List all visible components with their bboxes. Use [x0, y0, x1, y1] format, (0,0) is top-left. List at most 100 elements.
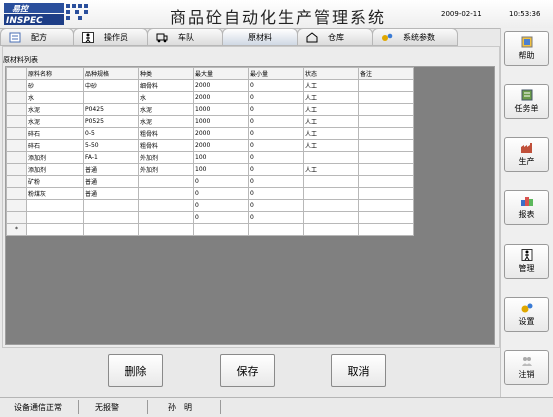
table-cell[interactable]: [138, 187, 194, 200]
table-cell[interactable]: 水泥: [138, 115, 194, 128]
table-cell[interactable]: 普通: [83, 163, 139, 176]
table-cell[interactable]: 100: [193, 163, 249, 176]
table-cell[interactable]: [358, 127, 414, 140]
table-cell[interactable]: 2000: [193, 91, 249, 104]
row-header[interactable]: [6, 199, 27, 212]
logout-button[interactable]: 注销: [504, 350, 549, 385]
table-cell[interactable]: [358, 151, 414, 164]
table-cell[interactable]: 0: [193, 199, 249, 212]
table-cell[interactable]: 0: [248, 211, 304, 224]
table-cell[interactable]: [303, 175, 359, 188]
row-header[interactable]: [6, 91, 27, 104]
table-cell[interactable]: 0: [193, 175, 249, 188]
table-cell[interactable]: [358, 187, 414, 200]
table-cell[interactable]: 细骨料: [138, 79, 194, 92]
table-cell[interactable]: [358, 211, 414, 224]
production-button[interactable]: 生产: [504, 137, 549, 172]
row-header[interactable]: [6, 151, 27, 164]
table-cell[interactable]: 人工: [303, 79, 359, 92]
table-cell[interactable]: 矿粉: [26, 175, 84, 188]
report-button[interactable]: 报表: [504, 190, 549, 225]
table-row[interactable]: 碎石 0-5 粗骨料 2000 0 人工: [6, 127, 414, 140]
table-cell[interactable]: [83, 223, 139, 236]
table-row[interactable]: 水水 2000 0 人工: [6, 91, 414, 104]
management-button[interactable]: 管理: [504, 244, 549, 279]
table-cell[interactable]: [26, 223, 84, 236]
table-cell[interactable]: 水: [138, 91, 194, 104]
table-cell[interactable]: 1000: [193, 115, 249, 128]
table-row[interactable]: 砂中砂 细骨料 2000 0 人工: [6, 79, 414, 92]
table-cell[interactable]: 0: [193, 211, 249, 224]
table-cell[interactable]: [358, 223, 414, 236]
table-row[interactable]: *: [6, 223, 414, 236]
table-cell[interactable]: [358, 115, 414, 128]
table-cell[interactable]: 人工: [303, 127, 359, 140]
row-header[interactable]: *: [6, 223, 27, 236]
help-button[interactable]: 帮助: [504, 31, 549, 66]
table-cell[interactable]: 0: [248, 115, 304, 128]
table-cell[interactable]: 2000: [193, 139, 249, 152]
table-cell[interactable]: [83, 91, 139, 104]
row-header[interactable]: [6, 139, 27, 152]
table-cell[interactable]: 0: [248, 127, 304, 140]
table-row[interactable]: 粉煤灰 普通 0 0: [6, 187, 414, 200]
table-cell[interactable]: [138, 211, 194, 224]
table-cell[interactable]: 碎石: [26, 127, 84, 140]
row-header[interactable]: [6, 211, 27, 224]
table-cell[interactable]: [358, 139, 414, 152]
row-header[interactable]: [6, 187, 27, 200]
table-row[interactable]: 水泥 P0425 水泥 1000 0 人工: [6, 103, 414, 116]
table-cell[interactable]: 0: [248, 139, 304, 152]
table-cell[interactable]: [83, 211, 139, 224]
table-cell[interactable]: 0: [248, 103, 304, 116]
table-cell[interactable]: 人工: [303, 115, 359, 128]
table-cell[interactable]: 水泥: [26, 115, 84, 128]
table-cell[interactable]: [303, 187, 359, 200]
table-cell[interactable]: [26, 211, 84, 224]
table-cell[interactable]: 粉煤灰: [26, 187, 84, 200]
table-row[interactable]: 00: [6, 211, 414, 224]
table-cell[interactable]: [138, 175, 194, 188]
table-cell[interactable]: [83, 199, 139, 212]
tab-fleet[interactable]: 车队: [147, 28, 223, 46]
table-cell[interactable]: [193, 223, 249, 236]
table-cell[interactable]: [358, 163, 414, 176]
table-cell[interactable]: 0-5: [83, 127, 139, 140]
column-header[interactable]: 状态: [303, 67, 359, 80]
table-cell[interactable]: 0: [248, 163, 304, 176]
row-header[interactable]: [6, 127, 27, 140]
table-cell[interactable]: 砂: [26, 79, 84, 92]
table-cell[interactable]: 0: [248, 175, 304, 188]
table-cell[interactable]: 2000: [193, 127, 249, 140]
table-cell[interactable]: 添加剂: [26, 163, 84, 176]
table-cell[interactable]: 碎石: [26, 139, 84, 152]
column-header[interactable]: 种类: [138, 67, 194, 80]
row-header[interactable]: [6, 163, 27, 176]
table-cell[interactable]: 中砂: [83, 79, 139, 92]
settings-button[interactable]: 设置: [504, 297, 549, 332]
table-cell[interactable]: 普通: [83, 187, 139, 200]
table-row[interactable]: 添加剂 FA-1 外加剂 100 0: [6, 151, 414, 164]
table-cell[interactable]: 人工: [303, 139, 359, 152]
table-cell[interactable]: 0: [248, 79, 304, 92]
table-cell[interactable]: 5-50: [83, 139, 139, 152]
column-header[interactable]: 品种规格: [83, 67, 139, 80]
table-cell[interactable]: 外加剂: [138, 151, 194, 164]
table-cell[interactable]: 人工: [303, 91, 359, 104]
table-cell[interactable]: [358, 103, 414, 116]
table-cell[interactable]: 添加剂: [26, 151, 84, 164]
table-cell[interactable]: [303, 199, 359, 212]
table-cell[interactable]: P0525: [83, 115, 139, 128]
table-cell[interactable]: 1000: [193, 103, 249, 116]
row-header[interactable]: [6, 175, 27, 188]
table-row[interactable]: 碎石 5-50 粗骨料 2000 0 人工: [6, 139, 414, 152]
table-cell[interactable]: [303, 151, 359, 164]
table-row[interactable]: 00: [6, 199, 414, 212]
table-row[interactable]: 添加剂 普通 外加剂 100 0 人工: [6, 163, 414, 176]
cancel-button[interactable]: 取消: [331, 354, 386, 387]
table-cell[interactable]: 普通: [83, 175, 139, 188]
table-cell[interactable]: [26, 199, 84, 212]
row-header[interactable]: [6, 103, 27, 116]
table-cell[interactable]: 人工: [303, 163, 359, 176]
table-cell[interactable]: 水: [26, 91, 84, 104]
